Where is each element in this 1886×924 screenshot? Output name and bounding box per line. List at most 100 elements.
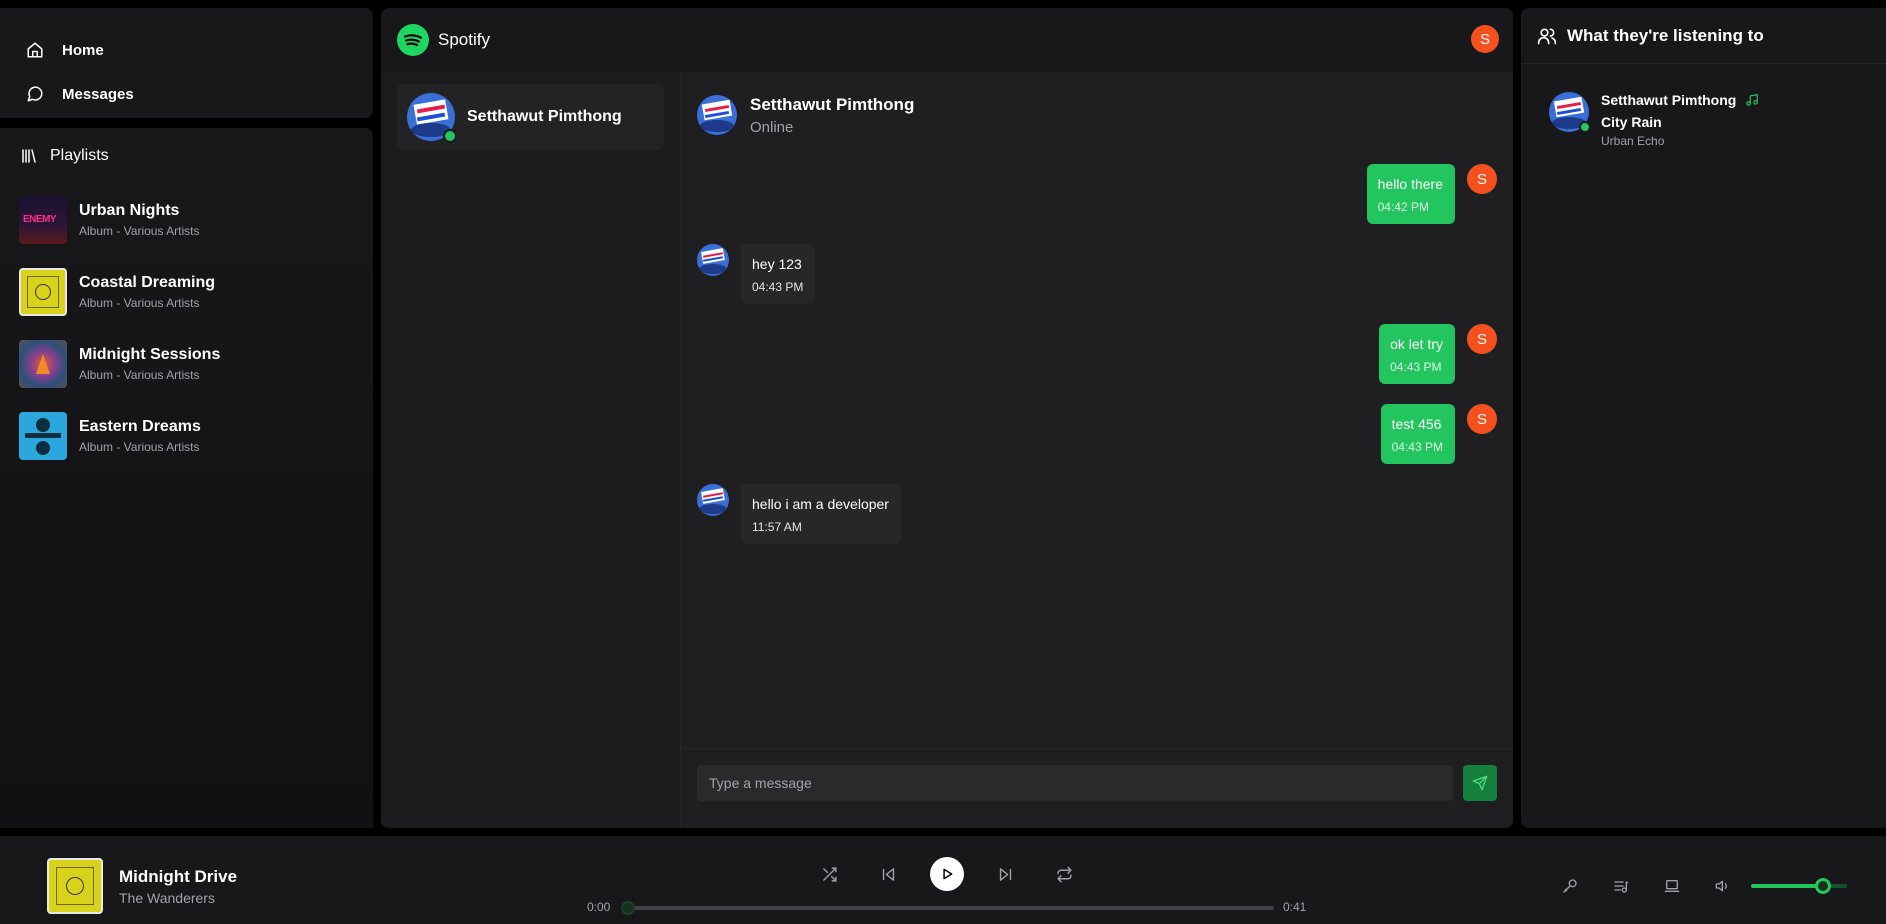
message-bubble: hello there 04:42 PM: [1366, 164, 1455, 224]
listener-item[interactable]: Setthawut Pimthong City Rain Urban Echo: [1549, 92, 1759, 148]
now-playing-artist: The Wanderers: [119, 890, 215, 906]
playlist-item[interactable]: ENEMY Urban Nights Album - Various Artis…: [0, 184, 373, 256]
message-text: ok let try: [1390, 336, 1443, 352]
music-note-icon: [1746, 94, 1759, 106]
message-text: test 456: [1391, 416, 1442, 432]
message-time: 11:57 AM: [752, 520, 802, 534]
listener-avatar: [1549, 92, 1591, 133]
mute-button[interactable]: [1713, 876, 1733, 896]
volume-slider[interactable]: [1751, 878, 1847, 894]
playlist-subtitle: Album - Various Artists: [79, 440, 200, 454]
shuffle-button[interactable]: [817, 862, 841, 886]
chat-area: Setthawut Pimthong Online hello there 04…: [681, 72, 1513, 828]
sender-avatar: S: [1467, 164, 1497, 194]
message-input[interactable]: [697, 765, 1453, 801]
play-icon: [943, 868, 953, 880]
message-text: hey 123: [752, 256, 802, 272]
send-button[interactable]: [1463, 765, 1497, 801]
repeat-button[interactable]: [1052, 862, 1076, 886]
message-bubble: hello i am a developer 11:57 AM: [741, 484, 901, 544]
contact-avatar: [697, 95, 737, 135]
message-text: hello there: [1377, 176, 1443, 192]
friend-activity-panel: What they're listening to Setthawut Pimt…: [1521, 8, 1886, 828]
playlists-panel: Playlists ENEMY Urban Nights Album - Var…: [0, 128, 373, 828]
playlist-item[interactable]: Coastal Dreaming Album - Various Artists: [0, 256, 373, 328]
message-composer: [681, 748, 1513, 828]
users-icon: [1537, 27, 1557, 44]
now-playing-cover: [47, 858, 103, 914]
library-icon: [22, 149, 36, 163]
microphone-icon: [1563, 879, 1577, 893]
user-avatar[interactable]: S: [1471, 25, 1499, 53]
lyrics-button[interactable]: [1560, 876, 1580, 896]
sender-avatar: [697, 484, 729, 516]
message-time: 04:43 PM: [1390, 360, 1442, 374]
playlist-name: Coastal Dreaming: [79, 274, 216, 291]
main-nav: Home Messages: [0, 8, 373, 118]
conversation-avatar: [407, 93, 457, 143]
friend-activity-header: What they're listening to: [1521, 8, 1886, 64]
playlist-cover: [19, 340, 67, 388]
message-circle-icon: [27, 86, 43, 102]
play-button[interactable]: [930, 857, 964, 891]
repeat-icon: [1056, 866, 1072, 882]
nav-messages[interactable]: Messages: [0, 72, 373, 116]
queue-icon: [1614, 881, 1629, 893]
message-bubble: hey 123 04:43 PM: [741, 244, 816, 304]
message-row: hello there 04:42 PM S: [1366, 164, 1497, 224]
contact-name: Setthawut Pimthong: [750, 94, 915, 114]
playlist-subtitle: Album - Various Artists: [79, 368, 200, 382]
sender-avatar: [697, 244, 729, 276]
volume-knob[interactable]: [1815, 878, 1831, 894]
send-icon: [1472, 775, 1488, 791]
message-row: hello i am a developer 11:57 AM: [697, 484, 901, 544]
nav-home-label: Home: [62, 41, 104, 59]
sender-avatar: S: [1467, 324, 1497, 354]
skip-back-icon: [882, 867, 894, 881]
volume-icon: [1715, 880, 1727, 892]
message-row: ok let try 04:43 PM S: [1379, 324, 1497, 384]
connect-device-button[interactable]: [1662, 876, 1682, 896]
playlist-cover: ENEMY: [19, 196, 67, 244]
previous-button[interactable]: [876, 862, 900, 886]
queue-button[interactable]: [1611, 876, 1631, 896]
message-row: test 456 04:43 PM S: [1380, 404, 1497, 464]
message-row: hey 123 04:43 PM: [697, 244, 816, 304]
shuffle-icon: [822, 866, 837, 882]
progress-bar[interactable]: [621, 901, 1274, 915]
message-time: 04:42 PM: [1377, 200, 1429, 214]
app-name: Spotify: [438, 30, 490, 49]
next-button[interactable]: [993, 862, 1017, 886]
progress-knob[interactable]: [621, 901, 635, 915]
friend-activity-title: What they're listening to: [1567, 25, 1764, 45]
listener-song: City Rain: [1601, 114, 1662, 130]
nav-messages-label: Messages: [62, 85, 134, 103]
conversation-name: Setthawut Pimthong: [467, 108, 622, 125]
message-time: 04:43 PM: [752, 280, 804, 294]
volume-fill: [1751, 884, 1823, 888]
playlist-cover: [19, 268, 67, 316]
playlist-cover-text: ENEMY: [23, 214, 57, 225]
chat-header: Setthawut Pimthong Online: [681, 72, 1513, 144]
playlist-item[interactable]: Midnight Sessions Album - Various Artist…: [0, 328, 373, 400]
online-status-dot: [443, 129, 457, 143]
message-bubble: ok let try 04:43 PM: [1379, 324, 1455, 384]
messages-panel: Spotify S Setthawut Pimthong Setthawut P…: [381, 8, 1513, 828]
home-icon: [27, 42, 43, 58]
playlist-name: Urban Nights: [79, 202, 180, 219]
playlist-subtitle: Album - Various Artists: [79, 296, 200, 310]
playlist-name: Midnight Sessions: [79, 346, 221, 363]
playlist-cover: [19, 412, 67, 460]
now-playing-title: Midnight Drive: [119, 867, 238, 886]
nav-home[interactable]: Home: [0, 28, 373, 72]
message-time: 04:43 PM: [1391, 440, 1443, 454]
duration: 0:41: [1283, 900, 1307, 914]
app-root: Home Messages Playlists ENEMY Urban Nigh…: [0, 0, 1886, 924]
skip-forward-icon: [999, 867, 1011, 881]
playlist-item[interactable]: Eastern Dreams Album - Various Artists: [0, 400, 373, 472]
message-text: hello i am a developer: [752, 496, 889, 512]
playlist-name: Eastern Dreams: [79, 418, 201, 435]
conversation-item[interactable]: Setthawut Pimthong: [397, 84, 664, 150]
sender-avatar: S: [1467, 404, 1497, 434]
contact-status: Online: [750, 118, 794, 136]
